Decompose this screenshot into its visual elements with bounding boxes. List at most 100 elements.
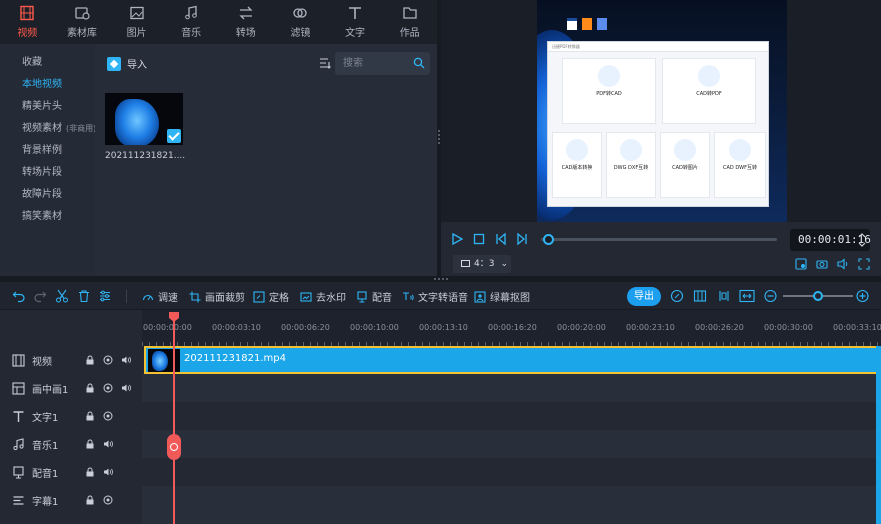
media-item[interactable]: 202111231821.... — [105, 93, 185, 161]
snapshot-settings-icon[interactable] — [795, 258, 807, 270]
voiceover-button[interactable]: 配音 — [356, 289, 392, 304]
previous-frame-icon[interactable] — [494, 232, 508, 246]
preview-window-title: 迅捷PDF转换器 — [552, 44, 580, 49]
lock-icon[interactable] — [85, 355, 95, 365]
text-to-speech-button[interactable]: 文字转语音 — [402, 289, 468, 304]
sidebar-item-label: 精美片头 — [22, 101, 62, 112]
eye-icon[interactable] — [103, 355, 113, 365]
zoom-in-icon[interactable] — [856, 289, 869, 303]
text-to-speech-icon — [403, 291, 414, 300]
track-lane-pip[interactable] — [142, 374, 881, 402]
volume-icon[interactable] — [103, 467, 113, 477]
crop-label: 画面裁剪 — [205, 293, 245, 304]
tab-media-library[interactable]: 素材库 — [55, 0, 110, 44]
lock-icon[interactable] — [85, 495, 95, 505]
video-clip[interactable]: 202111231821.mp4 — [144, 346, 878, 374]
trash-icon[interactable] — [77, 289, 91, 303]
sidebar-item-label: 搞笑素材 — [22, 211, 62, 222]
checkmark-icon[interactable] — [167, 129, 181, 143]
link-icon[interactable] — [670, 289, 684, 303]
preview-card-label: DWG DXF互转 — [613, 165, 649, 171]
tab-label: 文字 — [345, 28, 366, 39]
fit-timeline-icon[interactable] — [739, 289, 755, 303]
next-frame-icon[interactable] — [515, 232, 529, 246]
volume-icon[interactable] — [121, 383, 131, 393]
track-lane-music[interactable] — [142, 430, 881, 458]
adjust-settings-icon[interactable] — [98, 289, 112, 303]
lock-icon[interactable] — [85, 383, 95, 393]
tab-label: 图片 — [126, 28, 147, 39]
redo-icon[interactable] — [33, 289, 47, 303]
preview-progress-slider[interactable] — [541, 238, 777, 241]
tab-image[interactable]: 图片 — [109, 0, 164, 44]
sidebar-item-funny-assets[interactable]: 搞笑素材 — [0, 206, 95, 228]
sidebar-item-transition-clips[interactable]: 转场片段 — [0, 162, 95, 184]
undo-icon[interactable] — [12, 289, 26, 303]
lock-icon[interactable] — [85, 467, 95, 477]
track-header-subtitle: 字幕1 — [0, 486, 142, 514]
sidebar-item-backgrounds[interactable]: 背景样例 — [0, 140, 95, 162]
preview-progress-handle[interactable] — [543, 234, 555, 245]
volume-icon[interactable] — [103, 439, 113, 449]
zoom-out-icon[interactable] — [764, 289, 777, 303]
sidebar-item-favorites[interactable]: 收藏 — [0, 52, 95, 74]
export-button[interactable]: 导出 — [627, 287, 661, 306]
sort-icon[interactable] — [319, 57, 331, 69]
tab-music[interactable]: 音乐 — [164, 0, 219, 44]
volume-icon[interactable] — [837, 258, 849, 270]
eye-icon[interactable] — [103, 495, 113, 505]
remove-watermark-button[interactable]: 去水印 — [300, 289, 346, 304]
tab-text[interactable]: 文字 — [328, 0, 383, 44]
eye-icon[interactable] — [103, 411, 113, 421]
stop-icon[interactable] — [472, 232, 486, 246]
green-screen-button[interactable]: 绿幕抠图 — [474, 289, 530, 304]
transition-icon — [239, 6, 253, 20]
eye-icon[interactable] — [103, 383, 113, 393]
track-lane-text[interactable] — [142, 402, 881, 430]
media-thumbnail — [105, 93, 183, 145]
crop-button[interactable]: 画面裁剪 — [189, 289, 245, 304]
snap-icon[interactable] — [717, 289, 731, 303]
lock-icon[interactable] — [85, 411, 95, 421]
preview-canvas: 迅捷PDF转换器 PDF转CAD CAD转PDF CAD版本转换 DWG DXF… — [537, 0, 787, 222]
playhead[interactable] — [173, 312, 175, 524]
folder-icon — [403, 7, 417, 19]
speed-button[interactable]: 调速 — [142, 289, 178, 304]
sidebar-item-video-assets[interactable]: 视频素材 (非商用) — [0, 118, 96, 140]
aspect-ratio-select[interactable]: 4：3 ⌄ — [453, 255, 511, 273]
split-view-icon[interactable] — [693, 289, 707, 303]
preview-card-label: CAD转图片 — [672, 165, 698, 171]
track-lane-voiceover[interactable] — [142, 458, 881, 486]
sidebar-item-local-video[interactable]: 本地视频 — [0, 74, 95, 96]
preview-card-label: CAD DWF互转 — [722, 165, 758, 171]
import-button[interactable]: 导入 — [107, 56, 147, 71]
play-icon[interactable] — [450, 232, 464, 246]
playhead-handle[interactable] — [167, 434, 181, 460]
lock-icon[interactable] — [85, 439, 95, 449]
tab-label: 作品 — [399, 28, 420, 39]
voiceover-track-icon — [13, 465, 24, 478]
camera-icon[interactable] — [816, 258, 828, 270]
scissors-icon[interactable] — [55, 289, 69, 303]
fullscreen-icon[interactable] — [858, 258, 870, 270]
tab-filter[interactable]: 滤镜 — [273, 0, 328, 44]
track-lane-subtitle[interactable] — [142, 486, 881, 524]
sidebar-item-intros[interactable]: 精美片头 — [0, 96, 95, 118]
sidebar-item-label: 背景样例 — [22, 145, 62, 156]
media-library-icon — [75, 7, 90, 20]
library-sidebar: 收藏 本地视频 精美片头 视频素材 (非商用) 背景样例 转场片段 故障片段 搞笑… — [0, 44, 96, 276]
timecode-stepper-icon[interactable] — [857, 230, 867, 250]
text-to-speech-label: 文字转语音 — [418, 293, 468, 304]
search-icon[interactable] — [413, 57, 425, 69]
tab-label: 视频 — [17, 28, 38, 39]
freeze-frame-button[interactable]: 定格 — [253, 289, 289, 304]
timeline-ruler[interactable]: 00:00:00:00 00:00:03:10 00:00:06:20 00:0… — [142, 310, 881, 346]
sidebar-item-glitch-clips[interactable]: 故障片段 — [0, 184, 95, 206]
tab-transition[interactable]: 转场 — [219, 0, 274, 44]
tab-works[interactable]: 作品 — [382, 0, 437, 44]
tab-video[interactable]: 视频 — [0, 0, 55, 44]
track-name: 配音1 — [32, 468, 59, 480]
ruler-tick-label: 00:00:03:10 — [212, 323, 261, 332]
timeline-zoom-handle[interactable] — [813, 291, 823, 301]
volume-icon[interactable] — [121, 355, 131, 365]
